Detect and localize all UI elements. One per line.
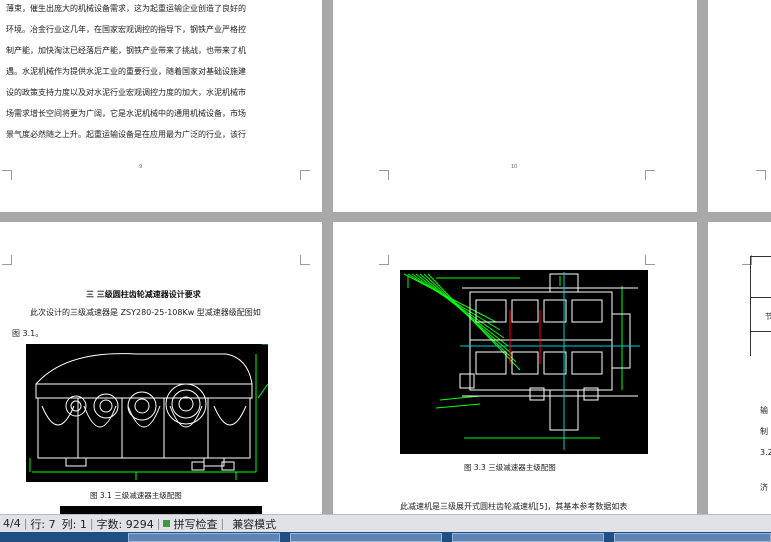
cad-drawing-3-1 bbox=[26, 344, 268, 482]
cad-drawing-next bbox=[60, 506, 262, 514]
table-fragment: 节 bbox=[750, 256, 771, 356]
spellcheck-label: 拼写检查 bbox=[173, 517, 218, 531]
page-9-line-4: 遇。水泥机械作为提供水泥工业的重要行业，随着国家对基础设施建 bbox=[6, 67, 246, 76]
spellcheck-toggle[interactable]: 拼写检查 bbox=[160, 516, 220, 532]
document-workspace[interactable]: 薄束，催生出庞大的机械设备需求，这为起重运输企业创造了良好的 环境。冶金行业这几… bbox=[0, 0, 771, 514]
taskbar-button[interactable] bbox=[614, 533, 771, 542]
page-9-line-6: 场需求增长空间将更为广阔，它是水泥机械中的通用机械设备，市场 bbox=[6, 109, 246, 118]
table-row-divider bbox=[751, 331, 771, 332]
gearbox-drawing-front bbox=[29, 344, 268, 480]
row-indicator[interactable]: 行: 7 bbox=[27, 516, 58, 532]
crop-mark bbox=[300, 255, 310, 265]
spellcheck-icon bbox=[163, 520, 171, 527]
taskbar-button[interactable] bbox=[128, 533, 280, 542]
paragraph-line: 此次设计的三级减速器是 ZSY280-25-108Kw 型减速器级配图如 bbox=[30, 308, 261, 317]
page-9-line-5: 设的政策支持力度以及对水泥行业宏观调控力度的加大，水泥机械市 bbox=[6, 88, 246, 97]
page-9-line-3: 制产能，加快淘汰已经落后产能，钢铁产业带来了挑战，也带来了机 bbox=[6, 46, 246, 55]
crop-mark bbox=[379, 170, 389, 180]
crop-mark bbox=[2, 170, 12, 180]
crop-mark bbox=[645, 170, 655, 180]
compatibility-mode: 兼容模式 bbox=[232, 517, 277, 531]
page-right-top bbox=[708, 0, 771, 212]
taskbar-button[interactable] bbox=[452, 533, 604, 542]
text-fragment: 输 bbox=[760, 406, 768, 415]
column-indicator[interactable]: 列: 1 bbox=[59, 516, 90, 532]
page-12: 图 3.3 三级减速器主级配图 此减速机是三级展开式圆柱齿轮减速机[5]，其基本… bbox=[333, 222, 697, 514]
page-13: 节 输 制 3.2 济 bbox=[708, 222, 771, 514]
cad-drawing-3-3 bbox=[400, 270, 648, 454]
taskbar-button[interactable] bbox=[290, 533, 442, 542]
crop-mark bbox=[2, 255, 12, 265]
paragraph-line: 图 3.1。 bbox=[12, 329, 44, 338]
page-number: 10 bbox=[511, 164, 518, 170]
gearbox-drawing-section bbox=[403, 272, 640, 450]
paragraph-line: 此减速机是三级展开式圆柱齿轮减速机[5]，其基本参考数据如表 bbox=[400, 502, 628, 511]
table-row-divider bbox=[751, 297, 771, 298]
page-9: 薄束，催生出庞大的机械设备需求，这为起重运输企业创造了良好的 环境。冶金行业这几… bbox=[0, 0, 322, 212]
text-fragment: 制 bbox=[760, 427, 768, 436]
page-11: 三 三级圆柱齿轮减速器设计要求 此次设计的三级减速器是 ZSY280-25-10… bbox=[0, 222, 322, 514]
section-heading: 三 三级圆柱齿轮减速器设计要求 bbox=[86, 290, 201, 299]
text-fragment: 3.2 bbox=[760, 448, 771, 457]
page-9-line-2: 环境。冶金行业这几年，在国家宏观调控的指导下，钢铁产业严格控 bbox=[6, 25, 246, 34]
text-fragment: 济 bbox=[760, 483, 768, 492]
table-cell: 节 bbox=[765, 312, 771, 321]
crop-mark bbox=[756, 170, 766, 180]
page-indicator[interactable]: 4/4 bbox=[0, 517, 24, 530]
crop-mark bbox=[645, 255, 655, 265]
figure-caption: 图 3.3 三级减速器主级配图 bbox=[464, 463, 556, 472]
page-9-line-1: 薄束，催生出庞大的机械设备需求，这为起重运输企业创造了良好的 bbox=[6, 4, 246, 13]
figure-caption: 图 3.1 三级减速器主级配图 bbox=[90, 491, 182, 500]
status-bar: 4/4 | 行: 7 列: 1 | 字数: 9294 | 拼写检查 | 兼容模式 bbox=[0, 514, 771, 532]
page-10: 10 bbox=[333, 0, 697, 212]
word-count[interactable]: 字数: 9294 bbox=[94, 516, 157, 532]
page-number: 9 bbox=[139, 164, 143, 170]
crop-mark bbox=[379, 255, 389, 265]
taskbar bbox=[0, 532, 771, 542]
crop-mark bbox=[300, 170, 310, 180]
page-9-line-7: 景气度必然随之上升。起重运输设备是在应用最为广泛的行业，该行 bbox=[6, 130, 246, 139]
